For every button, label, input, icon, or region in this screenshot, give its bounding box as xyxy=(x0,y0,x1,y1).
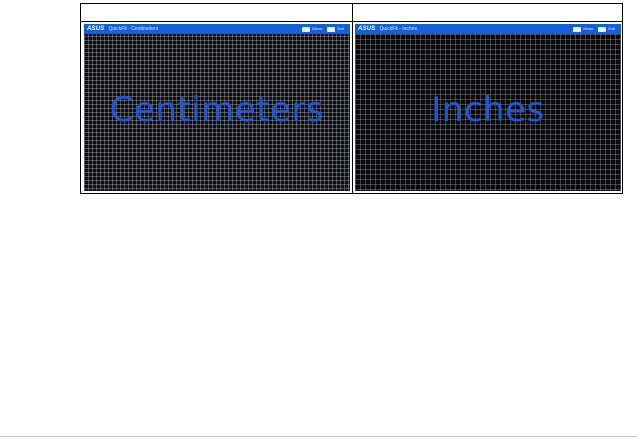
menu-icon[interactable] xyxy=(573,26,582,32)
title-bar-controls: Menu Exit xyxy=(573,24,618,34)
window-title: QuickFit - Inches xyxy=(379,26,417,32)
unit-label: Centimeters xyxy=(109,90,325,130)
title-bar-controls: Menu Exit xyxy=(302,24,347,34)
title-bar: ASUS QuickFit - Inches Menu Exit xyxy=(355,24,621,34)
inches-screenshot: ASUS QuickFit - Inches Menu Exit Inches xyxy=(355,24,621,191)
exit-label: Exit xyxy=(608,26,615,31)
asus-logo: ASUS xyxy=(87,26,105,32)
exit-icon[interactable] xyxy=(327,26,336,32)
window-title: QuickFit - Centimeters xyxy=(108,26,159,32)
asus-logo: ASUS xyxy=(358,26,376,32)
page-footer-rule xyxy=(0,436,637,437)
menu-label: Menu xyxy=(312,26,323,31)
exit-label: Exit xyxy=(337,26,344,31)
centimeters-screenshot: ASUS QuickFit - Centimeters Menu Exit Ce… xyxy=(84,24,350,191)
comparison-table: ASUS QuickFit - Centimeters Menu Exit Ce… xyxy=(80,3,623,194)
column-divider xyxy=(352,4,353,193)
title-bar: ASUS QuickFit - Centimeters Menu Exit xyxy=(84,24,350,34)
menu-label: Menu xyxy=(583,26,594,31)
unit-label: Inches xyxy=(431,90,545,130)
exit-icon[interactable] xyxy=(598,26,607,32)
menu-icon[interactable] xyxy=(302,26,311,32)
